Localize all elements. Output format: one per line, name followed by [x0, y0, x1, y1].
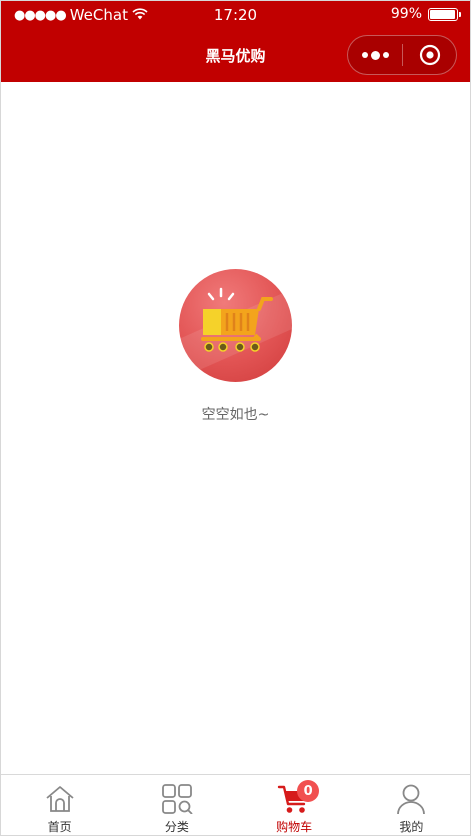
app-frame: ●●●●● WeChat 17:20 99% 黑马优购 空空如也~ 首页 分类 … [0, 0, 471, 836]
tab-category[interactable]: 分类 [118, 775, 235, 835]
tab-home-label: 首页 [47, 820, 72, 834]
cart-icon: 0 [277, 780, 320, 816]
status-right: 99% [390, 6, 461, 22]
status-bar: ●●●●● WeChat 17:20 99% [1, 1, 470, 29]
cart-count-badge: 0 [297, 780, 320, 802]
empty-cart: 空空如也~ [1, 269, 470, 424]
tab-category-label: 分类 [164, 820, 189, 834]
home-icon [44, 782, 76, 816]
tab-profile[interactable]: 我的 [353, 775, 470, 835]
battery-icon [428, 7, 461, 21]
close-mini-program-button[interactable] [403, 36, 456, 74]
more-dot-icon [361, 52, 368, 58]
more-menu-button[interactable] [348, 36, 402, 74]
top-bar: ●●●●● WeChat 17:20 99% 黑马优购 [1, 1, 470, 82]
tab-home[interactable]: 首页 [1, 775, 118, 835]
tab-cart-label: 购物车 [276, 820, 313, 834]
more-dot-icon [382, 52, 389, 58]
tab-profile-label: 我的 [399, 820, 424, 834]
target-circle-icon [419, 44, 440, 66]
category-icon [161, 782, 193, 816]
tab-bar: 首页 分类 0 购物车 我的 [1, 774, 470, 835]
shopping-cart-icon [179, 269, 292, 382]
empty-cart-message: 空空如也~ [201, 407, 270, 423]
battery-percent: 99% [390, 6, 422, 22]
more-dot-icon [370, 50, 380, 60]
tab-cart[interactable]: 0 购物车 [236, 775, 353, 835]
user-icon [395, 782, 427, 816]
mini-program-capsule [347, 35, 457, 75]
